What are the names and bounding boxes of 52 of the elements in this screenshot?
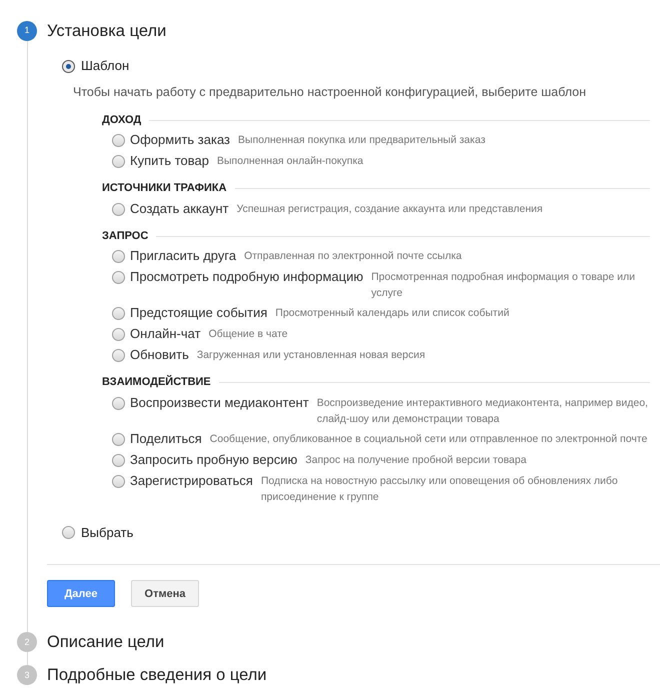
step-number: 2 bbox=[17, 632, 37, 652]
radio-button[interactable] bbox=[62, 60, 75, 72]
radio-button[interactable] bbox=[112, 202, 125, 216]
option-label: Выбрать bbox=[81, 524, 134, 542]
radio-button[interactable] bbox=[112, 250, 125, 264]
option-label: Зарегистрироваться bbox=[130, 472, 253, 489]
option-label: Поделиться bbox=[130, 430, 202, 447]
radio-button[interactable] bbox=[112, 134, 125, 148]
option-description: Просмотренная подробная информация о товаре или услуге bbox=[371, 270, 636, 302]
radio-button[interactable] bbox=[112, 155, 125, 168]
radio-button[interactable] bbox=[112, 454, 125, 467]
option-label: Шаблон bbox=[81, 57, 130, 76]
option-description: Запрос на получение пробной версии товара bbox=[305, 452, 526, 468]
option-label: Купить товар bbox=[130, 153, 209, 170]
radio-button[interactable] bbox=[112, 328, 125, 342]
step-number: 1 bbox=[17, 21, 37, 41]
step-title: Установка цели bbox=[47, 21, 168, 41]
option-label: Онлайн-чат bbox=[130, 326, 201, 342]
option-label: Обновить bbox=[130, 347, 189, 364]
step-title: Описание цели bbox=[47, 632, 166, 652]
option-description: Подписка на новостную рассылку или оповещения об обновлениях либо присоединение к группе bbox=[260, 474, 619, 505]
option-label: Пригласить друга bbox=[130, 248, 236, 264]
hint-text: Чтобы начать работу с предварительно настроенной конфигурацией, выберите шаблон bbox=[72, 84, 587, 101]
radio-button[interactable] bbox=[112, 432, 125, 446]
option-description: Сообщение, опубликованное в социальной сети или отправленное по электронной почте bbox=[210, 432, 648, 447]
option-description: Отправленная по электронной почте ссылка bbox=[244, 249, 462, 264]
option-label: Создать аккаунт bbox=[130, 200, 229, 217]
cancel-button[interactable]: Отмена bbox=[131, 580, 199, 608]
step-title: Подробные сведения о цели bbox=[47, 665, 268, 686]
option-description: Выполненная покупка или предварительный заказ bbox=[238, 133, 486, 148]
section-heading: ЗАПРОС bbox=[102, 228, 148, 244]
step-number: 3 bbox=[17, 665, 37, 686]
option-description: Общение в чате bbox=[208, 327, 288, 342]
section-heading: ИСТОЧНИКИ ТРАФИКА bbox=[102, 181, 227, 196]
option-description: Загруженная или установленная новая версия bbox=[196, 348, 426, 364]
option-description: Воспроизведение интерактивного медиаконтента, например видео, слайд-шоу или демонстрации товара bbox=[316, 396, 649, 427]
option-description: Успешная регистрация, создание аккаунта или представления bbox=[236, 202, 543, 217]
option-description: Просмотренный календарь или список событий bbox=[275, 306, 510, 322]
radio-button[interactable] bbox=[112, 396, 125, 410]
radio-button[interactable] bbox=[112, 474, 125, 488]
option-label: Предстоящие события bbox=[130, 305, 268, 322]
option-label: Оформить заказ bbox=[130, 132, 230, 148]
radio-button[interactable] bbox=[62, 526, 75, 539]
radio-button[interactable] bbox=[112, 349, 125, 362]
option-label: Воспроизвести медиаконтент bbox=[130, 394, 309, 411]
option-description: Выполненная онлайн-покупка bbox=[216, 154, 364, 170]
section-heading: ДОХОД bbox=[102, 112, 142, 128]
option-label: Запросить пробную версию bbox=[130, 452, 298, 468]
radio-button[interactable] bbox=[112, 307, 125, 320]
section-heading: ВЗАИМОДЕЙСТВИЕ bbox=[102, 374, 211, 390]
option-label: Просмотреть подробную информацию bbox=[130, 269, 364, 286]
radio-button[interactable] bbox=[112, 271, 125, 284]
